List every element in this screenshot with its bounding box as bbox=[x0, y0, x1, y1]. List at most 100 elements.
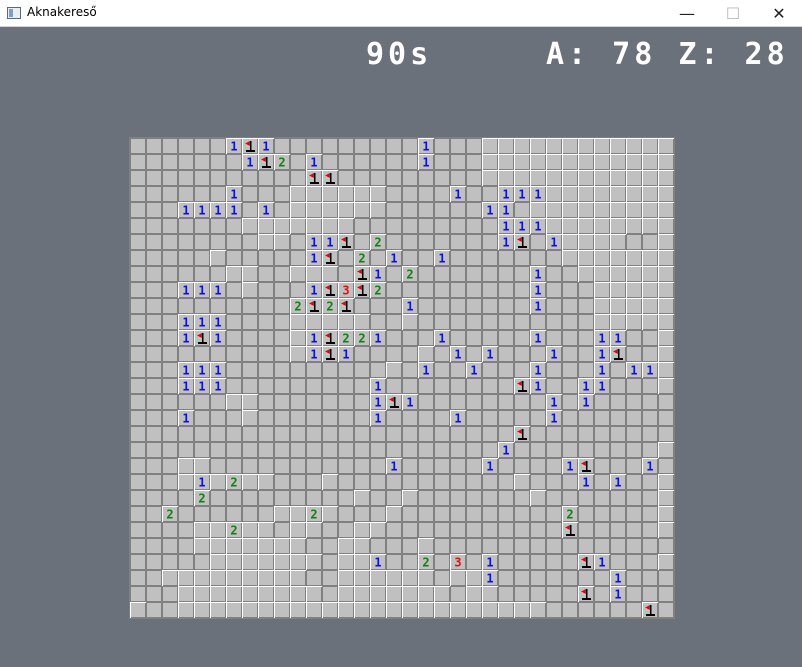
unopened-cell[interactable] bbox=[482, 442, 498, 458]
unopened-cell[interactable] bbox=[402, 362, 418, 378]
empty-cell[interactable] bbox=[210, 538, 226, 554]
unopened-cell[interactable] bbox=[482, 410, 498, 426]
unopened-cell[interactable] bbox=[466, 234, 482, 250]
unopened-cell[interactable] bbox=[178, 234, 194, 250]
unopened-cell[interactable] bbox=[178, 186, 194, 202]
unopened-cell[interactable] bbox=[482, 394, 498, 410]
empty-cell[interactable] bbox=[450, 570, 466, 586]
unopened-cell[interactable] bbox=[146, 570, 162, 586]
empty-cell[interactable] bbox=[242, 474, 258, 490]
number-cell[interactable]: 1 bbox=[226, 186, 242, 202]
number-cell[interactable]: 1 bbox=[306, 346, 322, 362]
unopened-cell[interactable] bbox=[514, 506, 530, 522]
empty-cell[interactable] bbox=[402, 490, 418, 506]
unopened-cell[interactable] bbox=[466, 282, 482, 298]
unopened-cell[interactable] bbox=[306, 474, 322, 490]
unopened-cell[interactable] bbox=[530, 234, 546, 250]
unopened-cell[interactable] bbox=[242, 234, 258, 250]
unopened-cell[interactable] bbox=[658, 426, 674, 442]
number-cell[interactable]: 1 bbox=[194, 362, 210, 378]
unopened-cell[interactable] bbox=[386, 346, 402, 362]
unopened-cell[interactable] bbox=[146, 298, 162, 314]
unopened-cell[interactable] bbox=[354, 506, 370, 522]
number-cell[interactable]: 1 bbox=[546, 346, 562, 362]
empty-cell[interactable] bbox=[530, 170, 546, 186]
number-cell[interactable]: 1 bbox=[434, 330, 450, 346]
unopened-cell[interactable] bbox=[162, 362, 178, 378]
empty-cell[interactable] bbox=[594, 266, 610, 282]
unopened-cell[interactable] bbox=[482, 522, 498, 538]
empty-cell[interactable] bbox=[642, 282, 658, 298]
unopened-cell[interactable] bbox=[226, 490, 242, 506]
unopened-cell[interactable] bbox=[466, 330, 482, 346]
number-cell[interactable]: 1 bbox=[482, 346, 498, 362]
unopened-cell[interactable] bbox=[578, 570, 594, 586]
unopened-cell[interactable] bbox=[466, 154, 482, 170]
empty-cell[interactable] bbox=[610, 282, 626, 298]
unopened-cell[interactable] bbox=[562, 570, 578, 586]
flagged-cell[interactable] bbox=[322, 330, 338, 346]
empty-cell[interactable] bbox=[514, 474, 530, 490]
empty-cell[interactable] bbox=[594, 186, 610, 202]
unopened-cell[interactable] bbox=[466, 346, 482, 362]
unopened-cell[interactable] bbox=[130, 394, 146, 410]
empty-cell[interactable] bbox=[642, 202, 658, 218]
empty-cell[interactable] bbox=[594, 234, 610, 250]
unopened-cell[interactable] bbox=[434, 538, 450, 554]
unopened-cell[interactable] bbox=[610, 506, 626, 522]
empty-cell[interactable] bbox=[578, 202, 594, 218]
unopened-cell[interactable] bbox=[562, 282, 578, 298]
empty-cell[interactable] bbox=[594, 170, 610, 186]
unopened-cell[interactable] bbox=[562, 266, 578, 282]
unopened-cell[interactable] bbox=[498, 266, 514, 282]
empty-cell[interactable] bbox=[290, 570, 306, 586]
number-cell[interactable]: 3 bbox=[338, 282, 354, 298]
unopened-cell[interactable] bbox=[626, 506, 642, 522]
unopened-cell[interactable] bbox=[354, 474, 370, 490]
unopened-cell[interactable] bbox=[210, 346, 226, 362]
empty-cell[interactable] bbox=[338, 202, 354, 218]
unopened-cell[interactable] bbox=[386, 554, 402, 570]
unopened-cell[interactable] bbox=[402, 170, 418, 186]
number-cell[interactable]: 1 bbox=[226, 202, 242, 218]
unopened-cell[interactable] bbox=[242, 298, 258, 314]
empty-cell[interactable] bbox=[338, 554, 354, 570]
unopened-cell[interactable] bbox=[178, 154, 194, 170]
unopened-cell[interactable] bbox=[402, 154, 418, 170]
unopened-cell[interactable] bbox=[514, 266, 530, 282]
number-cell[interactable]: 1 bbox=[178, 202, 194, 218]
number-cell[interactable]: 1 bbox=[498, 234, 514, 250]
number-cell[interactable]: 1 bbox=[546, 234, 562, 250]
unopened-cell[interactable] bbox=[146, 186, 162, 202]
unopened-cell[interactable] bbox=[514, 410, 530, 426]
unopened-cell[interactable] bbox=[402, 474, 418, 490]
flagged-cell[interactable] bbox=[578, 458, 594, 474]
unopened-cell[interactable] bbox=[450, 266, 466, 282]
unopened-cell[interactable] bbox=[562, 394, 578, 410]
unopened-cell[interactable] bbox=[434, 554, 450, 570]
number-cell[interactable]: 1 bbox=[530, 362, 546, 378]
unopened-cell[interactable] bbox=[290, 234, 306, 250]
unopened-cell[interactable] bbox=[210, 186, 226, 202]
empty-cell[interactable] bbox=[258, 602, 274, 618]
minefield-board[interactable]: 1 1 11 2 1 11 1 1 1 11 1 1 1 1 1 11 1 11 1 2 1 11 2 1 11 2 11 1 1 1 3 2… bbox=[0, 0, 802, 667]
empty-cell[interactable] bbox=[578, 138, 594, 154]
unopened-cell[interactable] bbox=[434, 442, 450, 458]
number-cell[interactable]: 1 bbox=[418, 138, 434, 154]
unopened-cell[interactable] bbox=[226, 362, 242, 378]
unopened-cell[interactable] bbox=[434, 234, 450, 250]
number-cell[interactable]: 1 bbox=[498, 186, 514, 202]
unopened-cell[interactable] bbox=[658, 538, 674, 554]
unopened-cell[interactable] bbox=[338, 266, 354, 282]
unopened-cell[interactable] bbox=[274, 250, 290, 266]
unopened-cell[interactable] bbox=[274, 394, 290, 410]
unopened-cell[interactable] bbox=[386, 186, 402, 202]
empty-cell[interactable] bbox=[274, 234, 290, 250]
empty-cell[interactable] bbox=[386, 570, 402, 586]
unopened-cell[interactable] bbox=[658, 602, 674, 618]
empty-cell[interactable] bbox=[226, 538, 242, 554]
number-cell[interactable]: 1 bbox=[498, 218, 514, 234]
unopened-cell[interactable] bbox=[386, 282, 402, 298]
unopened-cell[interactable] bbox=[530, 522, 546, 538]
empty-cell[interactable] bbox=[306, 602, 322, 618]
